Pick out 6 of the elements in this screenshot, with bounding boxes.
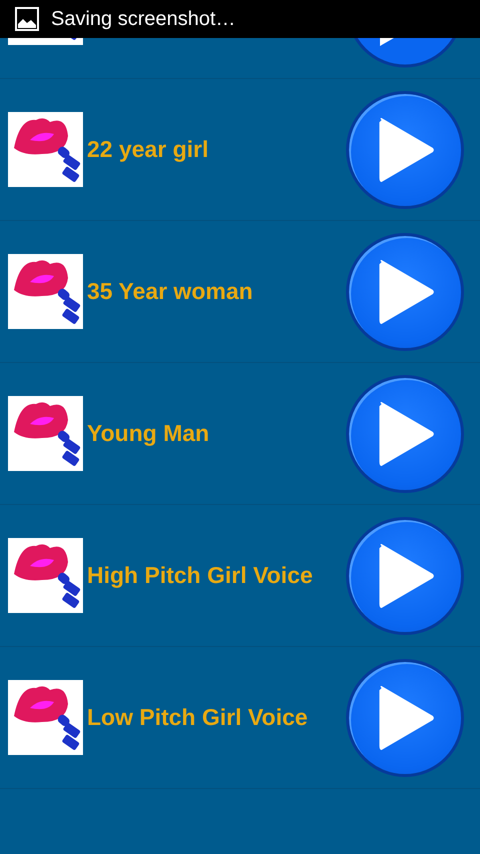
voice-label: Young Man: [87, 420, 210, 447]
voice-label: Low Pitch Girl Voice: [87, 704, 309, 731]
voice-label: High Pitch Girl Voice: [87, 562, 314, 589]
voice-label: 22 year girl: [87, 136, 210, 163]
voice-label: 35 Year woman: [87, 278, 254, 305]
notification-text: Saving screenshot…: [51, 8, 236, 30]
